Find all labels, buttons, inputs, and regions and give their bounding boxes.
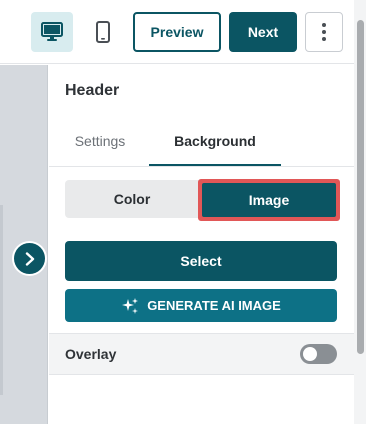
desktop-view-button[interactable]	[31, 12, 73, 52]
color-option-button[interactable]: Color	[65, 180, 199, 218]
overlay-toggle[interactable]	[300, 344, 337, 364]
color-option-label: Color	[113, 191, 151, 207]
desktop-icon	[41, 22, 63, 41]
image-option-button[interactable]: Image	[198, 179, 340, 221]
next-button-label: Next	[247, 24, 279, 40]
generate-ai-image-label: GENERATE AI IMAGE	[147, 298, 281, 313]
sparkles-icon	[122, 297, 139, 314]
more-vertical-icon	[322, 23, 326, 41]
select-image-label: Select	[180, 253, 222, 269]
select-image-button[interactable]: Select	[65, 241, 337, 281]
tab-settings[interactable]: Settings	[65, 133, 135, 166]
next-button[interactable]: Next	[229, 12, 297, 52]
scrollbar-thumb[interactable]	[357, 20, 364, 354]
panel-title: Header	[65, 82, 120, 99]
chevron-right-icon	[25, 251, 34, 266]
tab-background[interactable]: Background	[149, 133, 281, 166]
preview-button-label: Preview	[150, 24, 204, 40]
generate-ai-image-button[interactable]: GENERATE AI IMAGE	[65, 289, 337, 322]
overlay-setting-row: Overlay	[49, 333, 354, 375]
image-option-fill: Image	[202, 183, 336, 217]
overlay-label: Overlay	[65, 346, 117, 362]
more-options-button[interactable]	[305, 12, 343, 52]
tabs-divider	[49, 166, 354, 167]
top-toolbar: Preview Next	[0, 0, 366, 64]
tab-background-label: Background	[174, 133, 256, 149]
mobile-icon	[96, 21, 110, 43]
tab-settings-label: Settings	[74, 133, 126, 149]
preview-button[interactable]: Preview	[133, 12, 221, 52]
mobile-view-button[interactable]	[82, 12, 124, 52]
expand-panel-button[interactable]	[14, 243, 45, 274]
image-option-label: Image	[248, 192, 290, 208]
overlay-toggle-knob	[303, 347, 317, 361]
canvas-edge-divider	[0, 205, 3, 395]
